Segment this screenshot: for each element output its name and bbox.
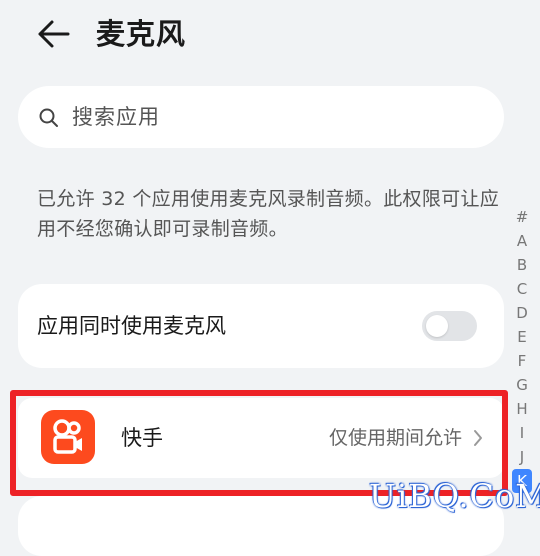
alpha-letter-d[interactable]: D [512, 301, 532, 325]
permission-description: 已允许 32 个应用使用麦克风录制音频。此权限可让应用不经您确认即可录制音频。 [37, 188, 500, 240]
search-icon [39, 108, 58, 127]
page-title: 麦克风 [96, 17, 187, 51]
toggle-knob [426, 315, 448, 337]
alpha-letter-i[interactable]: I [512, 421, 532, 445]
alpha-letter-b[interactable]: B [512, 253, 532, 277]
alpha-letter-e[interactable]: E [512, 325, 532, 349]
alpha-letter-a[interactable]: A [512, 229, 532, 253]
alphabet-index[interactable]: # A B C D E F G H I J K [512, 205, 532, 493]
back-button[interactable] [30, 14, 76, 54]
alpha-letter-c[interactable]: C [512, 277, 532, 301]
alpha-letter-j[interactable]: J [512, 445, 532, 469]
alpha-letter-g[interactable]: G [512, 373, 532, 397]
alpha-letter-f[interactable]: F [512, 349, 532, 373]
search-placeholder: 搜索应用 [72, 105, 160, 129]
simultaneous-mic-card: 应用同时使用麦克风 [18, 284, 504, 368]
alpha-letter-h[interactable]: H [512, 397, 532, 421]
simultaneous-mic-toggle[interactable] [422, 311, 477, 341]
alpha-letter-hash[interactable]: # [512, 205, 532, 229]
watermark: UiBQ.CoM [369, 477, 540, 515]
back-arrow-icon [38, 20, 70, 48]
toggle-label: 应用同时使用麦克风 [37, 314, 226, 338]
search-input[interactable]: 搜索应用 [18, 86, 504, 148]
